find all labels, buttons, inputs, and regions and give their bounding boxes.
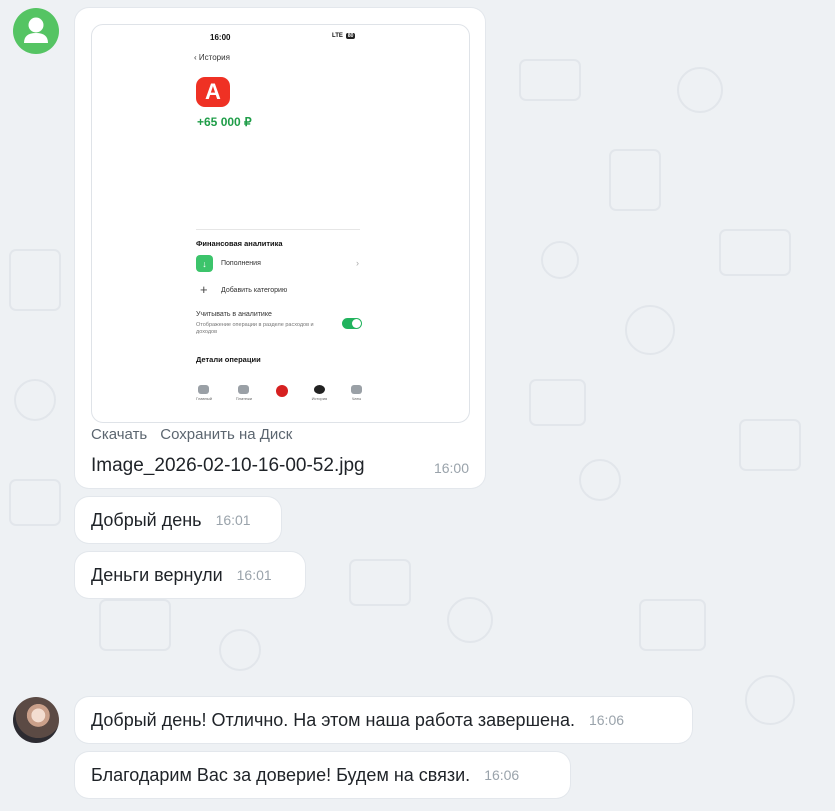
message-time: 16:06 <box>484 767 520 783</box>
preview-amount: +65 000 ₽ <box>197 115 252 129</box>
message-bubble[interactable]: Благодарим Вас за доверие! Будем на связ… <box>75 752 570 798</box>
preview-analytics-toggle <box>342 318 362 329</box>
download-icon: ↓ <box>196 255 213 272</box>
message-bubble[interactable]: Деньги вернули 16:01 <box>75 552 305 598</box>
save-to-disk-link[interactable]: Сохранить на Диск <box>160 426 292 443</box>
preview-details-title: Детали операции <box>196 355 261 364</box>
preview-category: Пополнения <box>221 260 261 267</box>
message-text: Деньги вернули <box>91 564 223 585</box>
message-time: 16:01 <box>215 512 251 528</box>
message-text: Добрый день! Отлично. На этом наша работ… <box>91 709 575 730</box>
preview-tab: Платежи <box>236 385 252 401</box>
preview-tabbar: Главный Платежи История Чаты <box>196 385 362 401</box>
agent-avatar[interactable] <box>13 697 59 743</box>
preview-network: LTE <box>332 33 343 39</box>
message-time: 16:00 <box>433 460 469 476</box>
message-text: Добрый день <box>91 509 202 530</box>
message-bubble[interactable]: Добрый день 16:01 <box>75 497 281 543</box>
image-file-message: 16:00 LTE 80 ‹ История А +65 000 ₽ Финан… <box>75 8 485 488</box>
alfa-bank-logo: А <box>196 77 230 107</box>
payments-icon <box>238 385 250 394</box>
preview-status-time: 16:00 <box>210 33 231 42</box>
file-actions: Скачать Сохранить на Диск <box>91 426 292 443</box>
home-icon <box>198 385 210 394</box>
preview-section-title: Финансовая аналитика <box>196 239 283 248</box>
preview-analytics-note: Отображение операции в разделе расходов … <box>196 322 314 335</box>
chevron-right-icon: › <box>356 258 359 268</box>
user-icon <box>24 17 48 43</box>
message-bubble[interactable]: Добрый день! Отлично. На этом наша работ… <box>75 697 692 743</box>
chat-icon <box>350 385 362 394</box>
preview-tab: Главный <box>196 385 212 401</box>
plus-icon: + <box>200 282 208 297</box>
preview-battery: 80 <box>345 33 356 39</box>
preview-back-link: ‹ История <box>194 53 230 62</box>
preview-tab: Чаты <box>350 385 362 401</box>
sender-avatar[interactable] <box>13 8 59 54</box>
alfa-center-icon <box>275 385 288 397</box>
preview-analytics-label: Учитывать в аналитике <box>196 311 272 318</box>
message-time: 16:06 <box>588 712 625 728</box>
file-name[interactable]: Image_2026-02-10-16-00-52.jpg <box>91 455 365 477</box>
preview-add-category: Добавить категорию <box>221 287 288 294</box>
preview-status-right: LTE 80 <box>332 33 356 39</box>
download-link[interactable]: Скачать <box>91 426 147 443</box>
preview-divider <box>196 229 360 230</box>
image-preview[interactable]: 16:00 LTE 80 ‹ История А +65 000 ₽ Финан… <box>91 24 470 423</box>
preview-tab: История <box>312 385 327 401</box>
preview-tab <box>275 385 288 401</box>
history-icon <box>313 385 325 394</box>
message-text: Благодарим Вас за доверие! Будем на связ… <box>91 764 471 785</box>
message-time: 16:01 <box>236 567 272 583</box>
